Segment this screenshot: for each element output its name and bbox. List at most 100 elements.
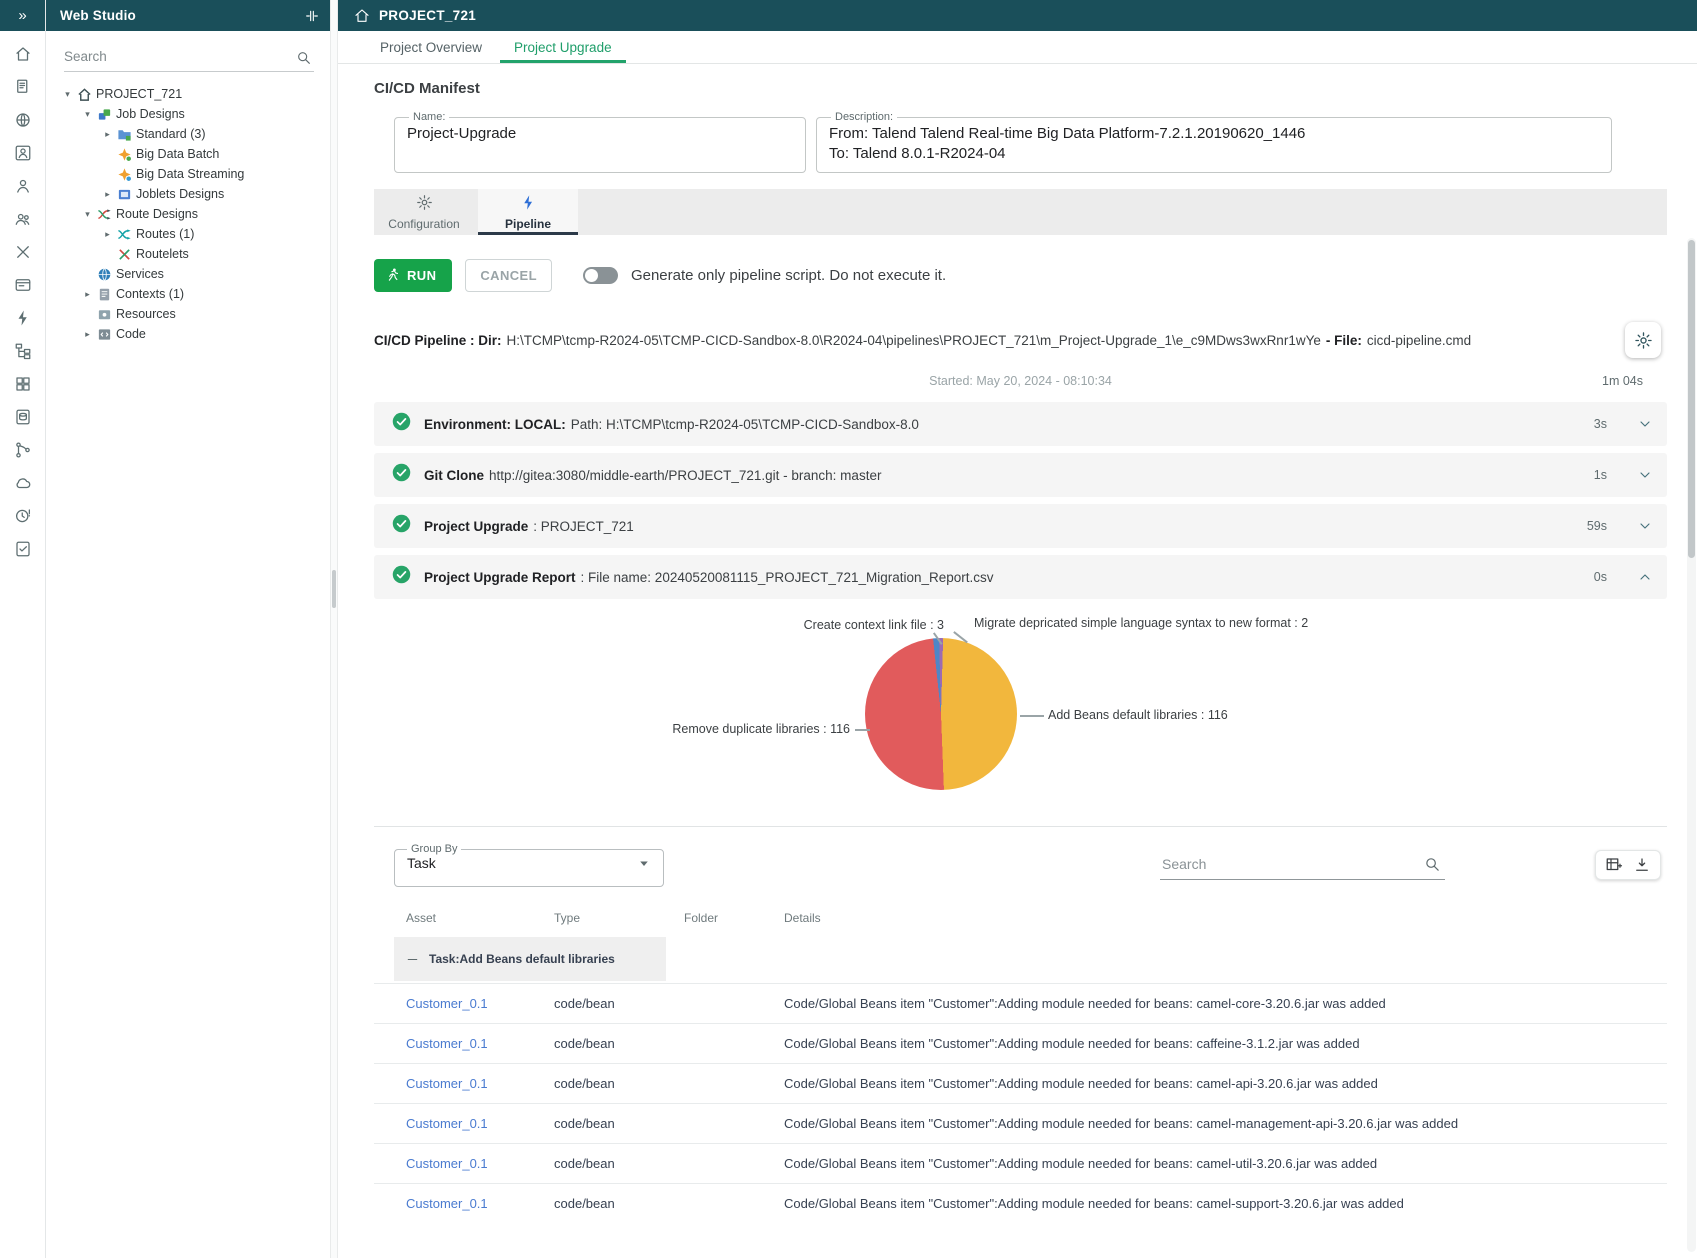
tree-item-big-data-batch[interactable]: Big Data Batch [46,144,330,164]
tab-project-overview[interactable]: Project Overview [366,31,496,63]
column-header-type: Type [554,901,684,935]
asset-link[interactable]: Customer_0.1 [406,1196,488,1211]
asset-link[interactable]: Customer_0.1 [406,1036,488,1051]
expand-rail-button[interactable]: » [0,0,45,31]
success-check-icon [391,564,412,590]
asset-link[interactable]: Customer_0.1 [406,1076,488,1091]
description-line-1[interactable]: From: Talend Talend Real-time Big Data P… [829,124,1599,144]
run-button-label: RUN [407,268,436,283]
cell-details: Code/Global Beans item "Customer":Adding… [784,1104,1667,1144]
search-icon [1424,856,1441,873]
dropdown-caret-icon[interactable] [635,854,653,872]
main-header: PROJECT_721 [338,0,1697,31]
generate-script-toggle[interactable] [583,267,618,284]
asset-link[interactable]: Customer_0.1 [406,1156,488,1171]
table-header-row: Asset Type Folder Details [374,901,1667,935]
data-inventory-icon[interactable] [0,400,45,433]
cell-type: code/bean [554,1104,684,1144]
caret-expanded-icon[interactable]: ▾ [80,109,95,120]
tree-item-route-designs[interactable]: ▾ Route Designs [46,204,330,224]
chevron-up-icon[interactable] [1637,569,1653,585]
project-home-icon [354,8,370,24]
home-icon[interactable] [0,37,45,70]
name-field[interactable]: Name: Project-Upgrade [394,111,806,173]
name-field-value[interactable]: Project-Upgrade [407,124,793,144]
cancel-button[interactable]: CANCEL [465,259,552,292]
tree-item-job-designs[interactable]: ▾ Job Designs [46,104,330,124]
subtab-configuration[interactable]: Configuration [374,189,474,235]
step-title: Project Upgrade [424,519,528,534]
group-header[interactable]: Task:Add Beans default libraries [394,937,666,981]
audit-checklist-icon[interactable] [0,532,45,565]
manifest-subtabs: Configuration Pipeline [374,189,1667,235]
folder-icon [115,127,133,142]
pipeline-settings-button[interactable] [1625,322,1661,358]
panel-toggle-icon[interactable] [304,8,320,24]
caret-expanded-icon[interactable]: ▾ [80,209,95,220]
success-check-icon [391,411,412,437]
routelet-icon [115,247,133,262]
sidebar-search-input[interactable] [64,45,314,71]
tree-item-standard[interactable]: ▸ Standard (3) [46,124,330,144]
table-row: Customer_0.1 code/bean Code/Global Beans… [374,1024,1667,1064]
tab-project-upgrade[interactable]: Project Upgrade [500,31,626,63]
caret-collapsed-icon[interactable]: ▸ [80,289,95,300]
tree-item-code[interactable]: ▸ Code [46,324,330,344]
tree-item-big-data-streaming[interactable]: Big Data Streaming [46,164,330,184]
collapse-group-icon[interactable] [406,953,419,966]
tree-item-resources[interactable]: Resources [46,304,330,324]
branches-icon[interactable] [0,433,45,466]
tools-icon[interactable] [0,235,45,268]
description-line-2[interactable]: To: Talend 8.0.1-R2024-04 [829,144,1599,164]
caret-collapsed-icon[interactable]: ▸ [100,129,115,140]
bolt-icon[interactable] [0,301,45,334]
table-row: Customer_0.1 code/bean Code/Global Beans… [374,1104,1667,1144]
asset-link[interactable]: Customer_0.1 [406,996,488,1011]
history-alert-icon[interactable] [0,499,45,532]
step-git-clone[interactable]: Git Clonehttp://gitea:3080/middle-earth/… [374,453,1667,497]
caret-expanded-icon[interactable]: ▾ [60,89,75,100]
report-divider [374,826,1667,827]
license-card-icon[interactable] [0,268,45,301]
step-title: Project Upgrade Report [424,570,576,585]
chevron-down-icon[interactable] [1637,416,1653,432]
step-upgrade-report[interactable]: Project Upgrade Report: File name: 20240… [374,555,1667,599]
user-icon[interactable] [0,169,45,202]
report-search-input[interactable] [1160,850,1445,879]
caret-collapsed-icon[interactable]: ▸ [80,329,95,340]
cell-folder [684,1184,784,1224]
splitter-drag-handle[interactable] [332,570,336,608]
job-scripts-icon[interactable] [0,70,45,103]
caret-collapsed-icon[interactable]: ▸ [100,189,115,200]
tree-item-project[interactable]: ▾ PROJECT_721 [46,84,330,104]
scrollbar-thumb[interactable] [1688,240,1695,558]
sidebar-search [64,45,314,72]
chevron-down-icon[interactable] [1637,467,1653,483]
tree-label: Services [116,267,164,281]
download-icon[interactable] [1633,856,1651,874]
tree-item-joblets[interactable]: ▸ Joblets Designs [46,184,330,204]
subtab-pipeline[interactable]: Pipeline [478,189,578,235]
run-button[interactable]: RUN [374,259,452,292]
step-project-upgrade[interactable]: Project Upgrade: PROJECT_721 59s [374,504,1667,548]
group-by-select[interactable]: Group By Task [394,843,664,887]
chevron-down-icon[interactable] [1637,518,1653,534]
caret-collapsed-icon[interactable]: ▸ [100,229,115,240]
cloud-icon[interactable] [0,466,45,499]
users-icon[interactable] [0,202,45,235]
tree-item-contexts[interactable]: ▸ Contexts (1) [46,284,330,304]
tree-item-routes[interactable]: ▸ Routes (1) [46,224,330,244]
dashboard-grid-icon[interactable] [0,367,45,400]
tree-item-services[interactable]: Services [46,264,330,284]
export-button-group [1595,850,1661,880]
asset-link[interactable]: Customer_0.1 [406,1116,488,1131]
api-globe-icon[interactable] [0,103,45,136]
subtab-label: Pipeline [505,217,551,231]
description-field[interactable]: Description: From: Talend Talend Real-ti… [816,111,1612,173]
plans-tree-icon[interactable] [0,334,45,367]
export-table-icon[interactable] [1605,856,1623,874]
routes-icon [115,227,133,242]
step-environment[interactable]: Environment: LOCAL:Path: H:\TCMP\tcmp-R2… [374,402,1667,446]
profile-badge-icon[interactable] [0,136,45,169]
tree-item-routelets[interactable]: Routelets [46,244,330,264]
